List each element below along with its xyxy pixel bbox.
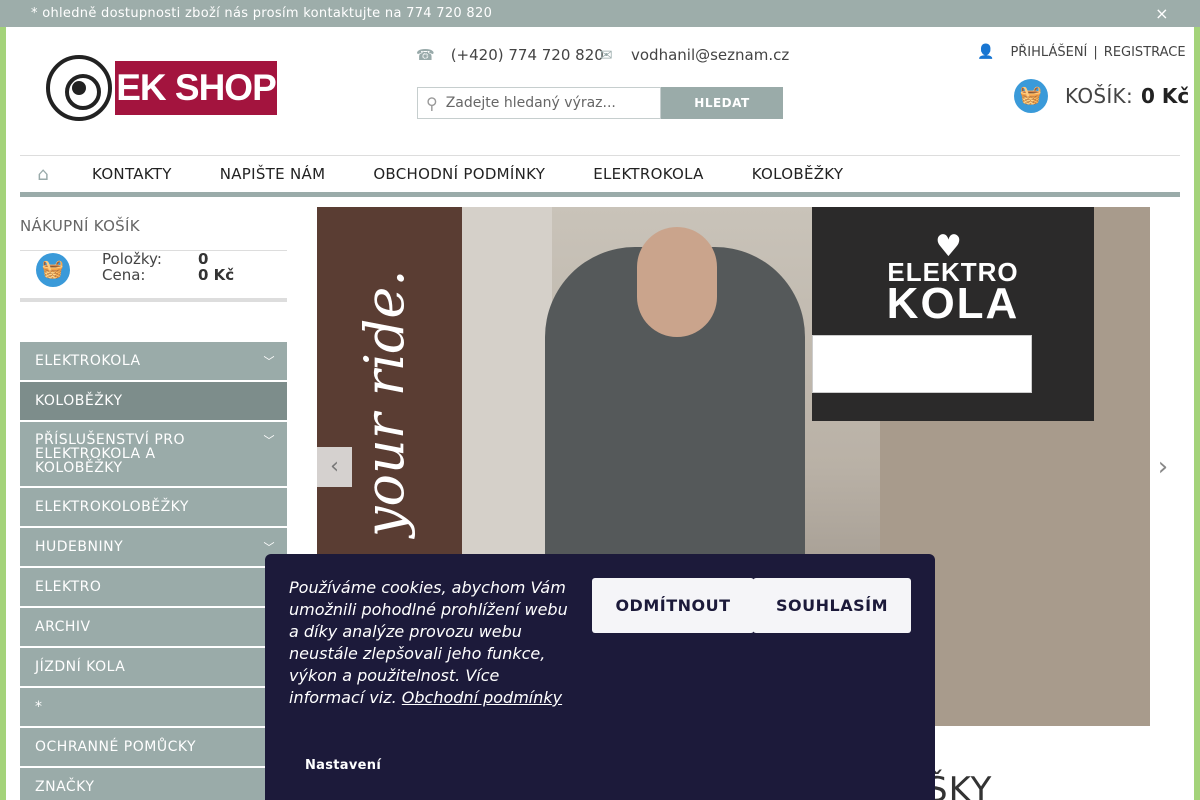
section-heading-partial: ŠKY: [926, 770, 993, 800]
search-field[interactable]: ⚲: [417, 87, 661, 119]
category-menu: ELEKTROKOLA ﹀ KOLOBĚŽKY PŘÍSLUŠENSTVÍ PR…: [20, 342, 287, 800]
price-label: Cena:: [102, 266, 146, 284]
cart-label: KOŠÍK:: [1065, 84, 1134, 108]
logo-line-2: KOLA: [886, 279, 1020, 328]
category-label: ARCHIV: [35, 619, 91, 635]
category-item-hudebniny[interactable]: HUDEBNINY ﹀: [20, 528, 287, 566]
accept-cookies-button[interactable]: SOUHLASÍM: [753, 578, 911, 633]
nav-item-napiste-nam[interactable]: NAPIŠTE NÁM: [220, 165, 326, 183]
category-item-star[interactable]: *: [20, 688, 287, 726]
category-label: OCHRANNÉ POMŮCKY: [35, 739, 197, 755]
basket-icon: 🧺: [1014, 79, 1048, 113]
login-link[interactable]: PŘIHLÁŠENÍ: [1010, 45, 1087, 60]
sidebar-cart-title: NÁKUPNÍ KOŠÍK: [20, 217, 140, 235]
search-button[interactable]: HLEDAT: [661, 87, 783, 119]
category-label: ELEKTRO: [35, 579, 102, 595]
category-item-znacky[interactable]: ZNAČKY: [20, 768, 287, 800]
carousel-next-icon[interactable]: ›: [1148, 447, 1178, 487]
category-label: *: [35, 699, 43, 715]
category-item-elektrokola[interactable]: ELEKTROKOLA ﹀: [20, 342, 287, 380]
category-label: PŘÍSLUŠENSTVÍ PRO ELEKTROKOLA A KOLOBĚŽK…: [35, 432, 186, 476]
carousel-prev-icon[interactable]: ‹: [317, 447, 352, 487]
account-links: 👤 PŘIHLÁŠENÍ | REGISTRACE: [977, 44, 1186, 60]
nav-item-obchodni-podminky[interactable]: OBCHODNÍ PODMÍNKY: [373, 165, 545, 183]
logo-disc-icon: [46, 55, 112, 121]
price-value: 0 Kč: [198, 266, 235, 284]
category-item-kolobezky[interactable]: KOLOBĚŽKY: [20, 382, 287, 420]
phone-number: (+420) 774 720 820: [450, 46, 604, 64]
logo-text: EK SHOP: [115, 61, 277, 115]
close-icon[interactable]: ×: [1154, 0, 1170, 27]
category-label: ELEKTROKOLA: [35, 353, 141, 369]
main-nav: ⌂ KONTAKTY NAPIŠTE NÁM OBCHODNÍ PODMÍNKY…: [20, 155, 1180, 197]
availability-notice: * ohledně dostupnosti zboží nás prosím k…: [31, 6, 493, 21]
header-email[interactable]: ✉ vodhanil@seznam.cz: [600, 45, 789, 65]
category-label: ZNAČKY: [35, 779, 95, 795]
nav-item-elektrokola[interactable]: ELEKTROKOLA: [593, 165, 703, 183]
availability-notice-bar: * ohledně dostupnosti zboží nás prosím k…: [0, 0, 1200, 27]
cookie-terms-link[interactable]: Obchodní podmínky: [402, 688, 562, 707]
category-item-jizdni-kola[interactable]: JÍZDNÍ KOLA: [20, 648, 287, 686]
register-link[interactable]: REGISTRACE: [1104, 45, 1186, 60]
search-icon: ⚲: [426, 93, 438, 113]
category-label: KOLOBĚŽKY: [35, 393, 123, 409]
category-item-ochranne-pomucky[interactable]: OCHRANNÉ POMŮCKY: [20, 728, 287, 766]
cookie-settings-link[interactable]: Nastavení: [305, 758, 381, 773]
chevron-down-icon[interactable]: ﹀: [264, 354, 276, 370]
category-item-archiv[interactable]: ARCHIV: [20, 608, 287, 646]
basket-icon: 🧺: [36, 253, 70, 287]
cookie-text-block: Používáme cookies, abychom Vám umožnili …: [289, 577, 574, 709]
elektrokola-logo-card: ♥ ELEKTRO KOLA: [812, 207, 1094, 421]
category-label: ELEKTROKOLOBĚŽKY: [35, 499, 189, 515]
banner-model-head: [637, 227, 717, 337]
home-icon[interactable]: ⌂: [20, 164, 66, 185]
sidebar-cart[interactable]: 🧺 Položky: 0 Cena: 0 Kč: [20, 250, 287, 302]
cookie-consent-dialog: Používáme cookies, abychom Vám umožnili …: [265, 554, 935, 800]
nav-item-kontakty[interactable]: KONTAKTY: [92, 165, 172, 183]
user-icon: 👤: [977, 44, 995, 60]
category-item-prislusenstvi[interactable]: PŘÍSLUŠENSTVÍ PRO ELEKTROKOLA A KOLOBĚŽK…: [20, 422, 287, 486]
category-label: JÍZDNÍ KOLA: [35, 659, 126, 675]
search-input[interactable]: [445, 95, 626, 111]
mail-icon: ✉: [600, 46, 613, 64]
category-item-elektrokolobezky[interactable]: ELEKTROKOLOBĚŽKY: [20, 488, 287, 526]
header-cart[interactable]: 🧺 KOŠÍK: 0 Kč: [1014, 79, 1189, 113]
nav-item-kolobezky[interactable]: KOLOBĚŽKY: [752, 165, 844, 183]
search-form: ⚲ HLEDAT: [417, 87, 783, 119]
email-address: vodhanil@seznam.cz: [631, 46, 790, 64]
sidebar-cart-price: Cena: 0 Kč: [102, 266, 234, 284]
cart-total: 0 Kč: [1141, 84, 1190, 108]
chevron-down-icon[interactable]: ﹀: [264, 434, 276, 448]
separator: |: [1093, 44, 1098, 60]
category-item-elektro[interactable]: ELEKTRO: [20, 568, 287, 606]
site-logo[interactable]: EK SHOP: [46, 55, 281, 121]
decline-cookies-button[interactable]: ODMÍTNOUT: [592, 578, 754, 633]
category-label: HUDEBNINY: [35, 539, 124, 555]
logo-card-panel: [812, 335, 1032, 393]
header-phone[interactable]: ☎ (+420) 774 720 820: [416, 45, 604, 65]
banner-script-text: your ride.: [353, 269, 416, 537]
phone-icon: ☎: [416, 46, 435, 64]
